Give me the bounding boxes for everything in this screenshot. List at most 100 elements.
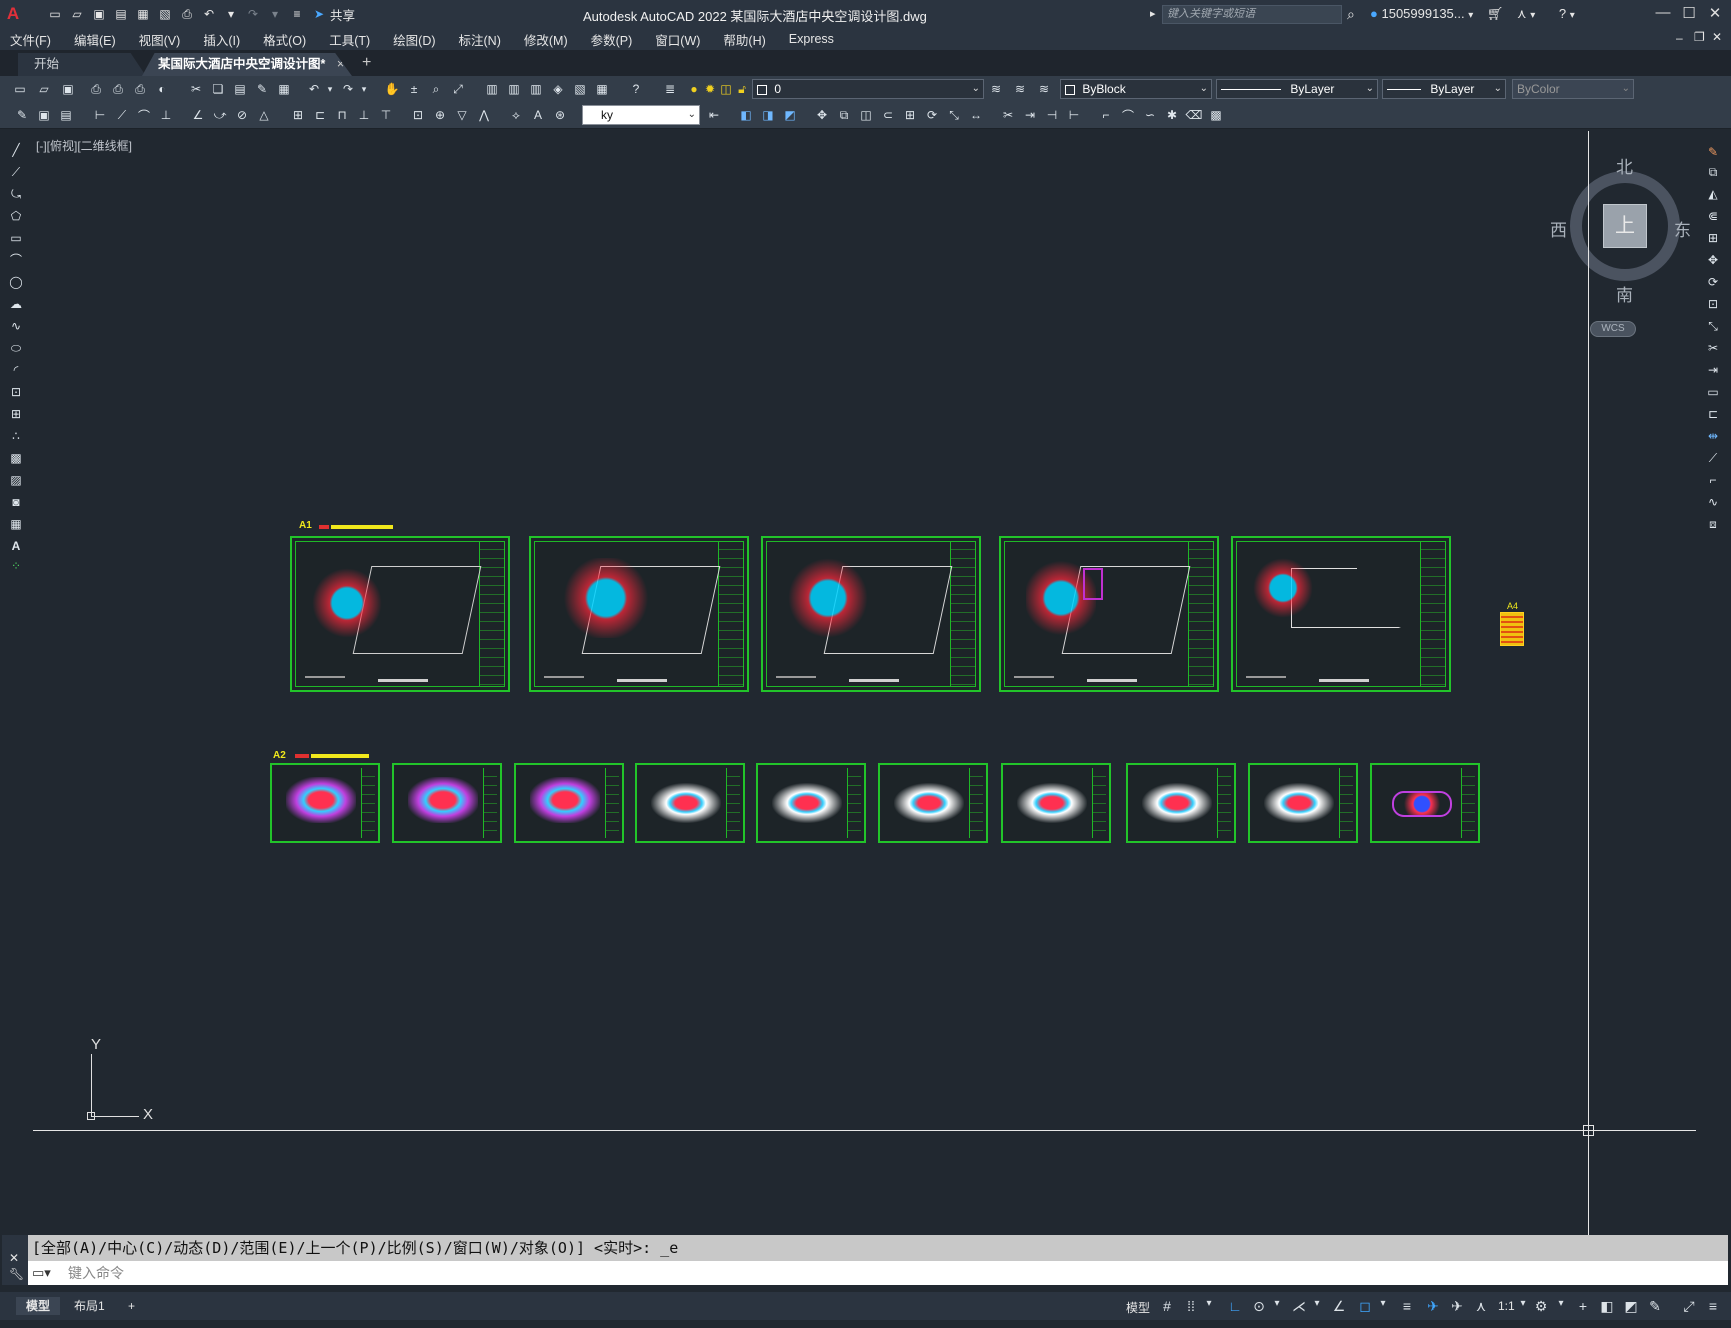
join-icon[interactable]: ⊢ [1066, 107, 1082, 123]
chamfer-icon[interactable]: ⟋ [1705, 450, 1721, 466]
wcs-menu[interactable]: WCS [1590, 321, 1636, 337]
dim-edit-icon[interactable]: ⟡ [508, 107, 524, 123]
lineweight-dropdown[interactable]: ByLayer ⌄ [1382, 79, 1506, 99]
aligned-dim-icon[interactable]: ⟋ [114, 107, 130, 123]
drawing-sheet-a2-4[interactable] [635, 763, 745, 843]
selection-cycling-icon[interactable]: ✈ [1448, 1298, 1466, 1315]
tab-layout1[interactable]: 布局1 [64, 1297, 115, 1315]
drawing-sheet-a2-5[interactable] [756, 763, 866, 843]
dim-style-icon[interactable]: ⇤ [706, 107, 722, 123]
center-mark-icon[interactable]: ⊕ [432, 107, 448, 123]
break-at-point-icon[interactable]: ▭ [1705, 384, 1721, 400]
user-dropdown-icon[interactable]: ▾ [1468, 10, 1473, 21]
layer-states-icon[interactable]: ≋ [1036, 81, 1052, 97]
plot-icon[interactable]: ⎙ [88, 81, 104, 97]
annotation-scale-dropdown-icon[interactable]: ▾ [1514, 1298, 1532, 1309]
help-dropdown-icon[interactable]: ▾ [1570, 10, 1575, 21]
polar-icon[interactable]: ⊙ [1250, 1298, 1268, 1315]
drawing-sheet-a1-5[interactable] [1231, 536, 1451, 692]
construction-line-icon[interactable]: ⟋ [8, 164, 24, 180]
add-selected-icon[interactable]: ⁘ [8, 558, 24, 574]
linear-dim-icon[interactable]: ⊢ [92, 107, 108, 123]
maximize-icon[interactable]: ☐ [1678, 4, 1700, 22]
color-dropdown[interactable]: ByBlock ⌄ [1060, 79, 1212, 99]
doc-restore-icon[interactable]: ❐ [1694, 30, 1705, 44]
layer-lock-icon[interactable]: 🔓︎ [734, 81, 750, 97]
markup-icon[interactable]: ▧ [572, 81, 588, 97]
space-dim-icon[interactable]: ⊥ [356, 107, 372, 123]
linetype-dropdown[interactable]: ByLayer ⌄ [1216, 79, 1378, 99]
save-icon[interactable]: ▣ [60, 81, 76, 97]
scale-icon[interactable]: ⤡ [946, 107, 962, 123]
drawing-sheet-a2-7[interactable] [1001, 763, 1111, 843]
redo-dropdown-icon[interactable]: ▾ [266, 6, 284, 22]
publish-icon[interactable]: ⎙ [132, 81, 148, 97]
open-file-icon[interactable]: ▱ [68, 6, 86, 22]
layer-manager-icon[interactable]: ≣ [662, 81, 678, 97]
draworder-above-icon[interactable]: ◩ [782, 107, 798, 123]
save-web-icon[interactable]: ▧ [156, 6, 174, 22]
3d-print-icon[interactable]: ◐ [154, 81, 170, 97]
edit-icon[interactable]: ✎ [14, 107, 30, 123]
draworder-front-icon[interactable]: ◧ [738, 107, 754, 123]
extend-icon[interactable]: ⇥ [1705, 362, 1721, 378]
calculator-icon[interactable]: ▦ [594, 81, 610, 97]
undo-icon[interactable]: ↶ [306, 81, 322, 97]
dim-text-edit-icon[interactable]: A [530, 107, 546, 123]
explode-icon[interactable]: ✱ [1164, 107, 1180, 123]
trim-icon[interactable]: ✂ [1000, 107, 1016, 123]
plot-preview-icon[interactable]: ⎙ [110, 81, 126, 97]
doc-close-icon[interactable]: ✕ [1712, 30, 1722, 44]
grid-icon[interactable]: # [1158, 1298, 1176, 1314]
drawing-sheet-a1-1[interactable] [290, 536, 510, 692]
menu-view[interactable]: 视图(V) [139, 30, 181, 49]
sheet-set-icon[interactable]: ◈ [550, 81, 566, 97]
array-icon[interactable]: ⊞ [1705, 230, 1721, 246]
scale-icon[interactable]: ⊡ [1705, 296, 1721, 312]
close-command-icon[interactable]: ✕ [9, 1251, 19, 1265]
plotstyle-dropdown[interactable]: ByColor ⌄ [1512, 79, 1634, 99]
drawing-sheet-a2-1[interactable] [270, 763, 380, 843]
hardware-acceleration-icon[interactable]: ✎ [1646, 1298, 1664, 1315]
mirror-icon[interactable]: ◭ [1705, 186, 1721, 202]
search-input[interactable]: 键入关键字或短语 [1162, 5, 1342, 24]
save-current-icon[interactable]: ▣ [36, 107, 52, 123]
layer-previous-icon[interactable]: ≋ [1012, 81, 1028, 97]
clean-screen-icon[interactable]: ⤢ [1680, 1298, 1698, 1315]
workspace-dropdown-icon[interactable]: ▾ [1552, 1298, 1570, 1309]
menu-window[interactable]: 窗口(W) [655, 30, 700, 49]
tab-start[interactable]: 开始 [18, 53, 146, 76]
jogged-linear-icon[interactable]: ⋀ [476, 107, 492, 123]
hatch-icon[interactable]: ▩ [8, 450, 24, 466]
polar-dropdown-icon[interactable]: ▾ [1268, 1298, 1286, 1309]
mirror-icon[interactable]: ◫ [858, 107, 874, 123]
break-icon[interactable]: ⊣ [1044, 107, 1060, 123]
menu-express[interactable]: Express [789, 32, 834, 46]
undo-icon[interactable]: ↶ [200, 6, 218, 22]
ellipse-icon[interactable]: ⬭ [8, 340, 24, 356]
offset-icon[interactable]: ⋐ [1705, 208, 1721, 224]
erase-icon[interactable]: ⌫ [1186, 107, 1203, 123]
spline-icon[interactable]: ∿ [8, 318, 24, 334]
quick-properties-icon[interactable]: ◩ [1622, 1298, 1640, 1315]
ellipse-arc-icon[interactable]: ◜ [8, 362, 24, 378]
menu-draw[interactable]: 绘图(D) [393, 30, 435, 49]
search-icon[interactable]: ⌕ [1347, 6, 1355, 23]
move-icon[interactable]: ✥ [814, 107, 830, 123]
dimstyle-dropdown[interactable]: ky ⌄ [582, 105, 700, 125]
fillet-icon[interactable]: ⌒ [1120, 107, 1136, 123]
autodesk-app-icon[interactable]: ⋏ [1517, 6, 1527, 21]
copy-icon[interactable]: ❏ [210, 81, 226, 97]
match-properties-icon[interactable]: ✎ [254, 81, 270, 97]
trim-icon[interactable]: ✂ [1705, 340, 1721, 356]
object-snap-dropdown-icon[interactable]: ▾ [1374, 1298, 1392, 1309]
jogged-dim-icon[interactable]: ⤻ [212, 107, 228, 123]
add-layout-button[interactable]: + [118, 1297, 145, 1315]
menu-edit[interactable]: 编辑(E) [74, 30, 116, 49]
cut-icon[interactable]: ✂ [188, 81, 204, 97]
arc-length-icon[interactable]: ⌒ [136, 107, 152, 123]
drawing-sheet-a2-2[interactable] [392, 763, 502, 843]
drawing-sheet-a4[interactable] [1500, 612, 1524, 646]
compass-east[interactable]: 东 [1674, 216, 1691, 241]
command-prompt-icon[interactable]: ▭▾ [32, 1261, 51, 1285]
